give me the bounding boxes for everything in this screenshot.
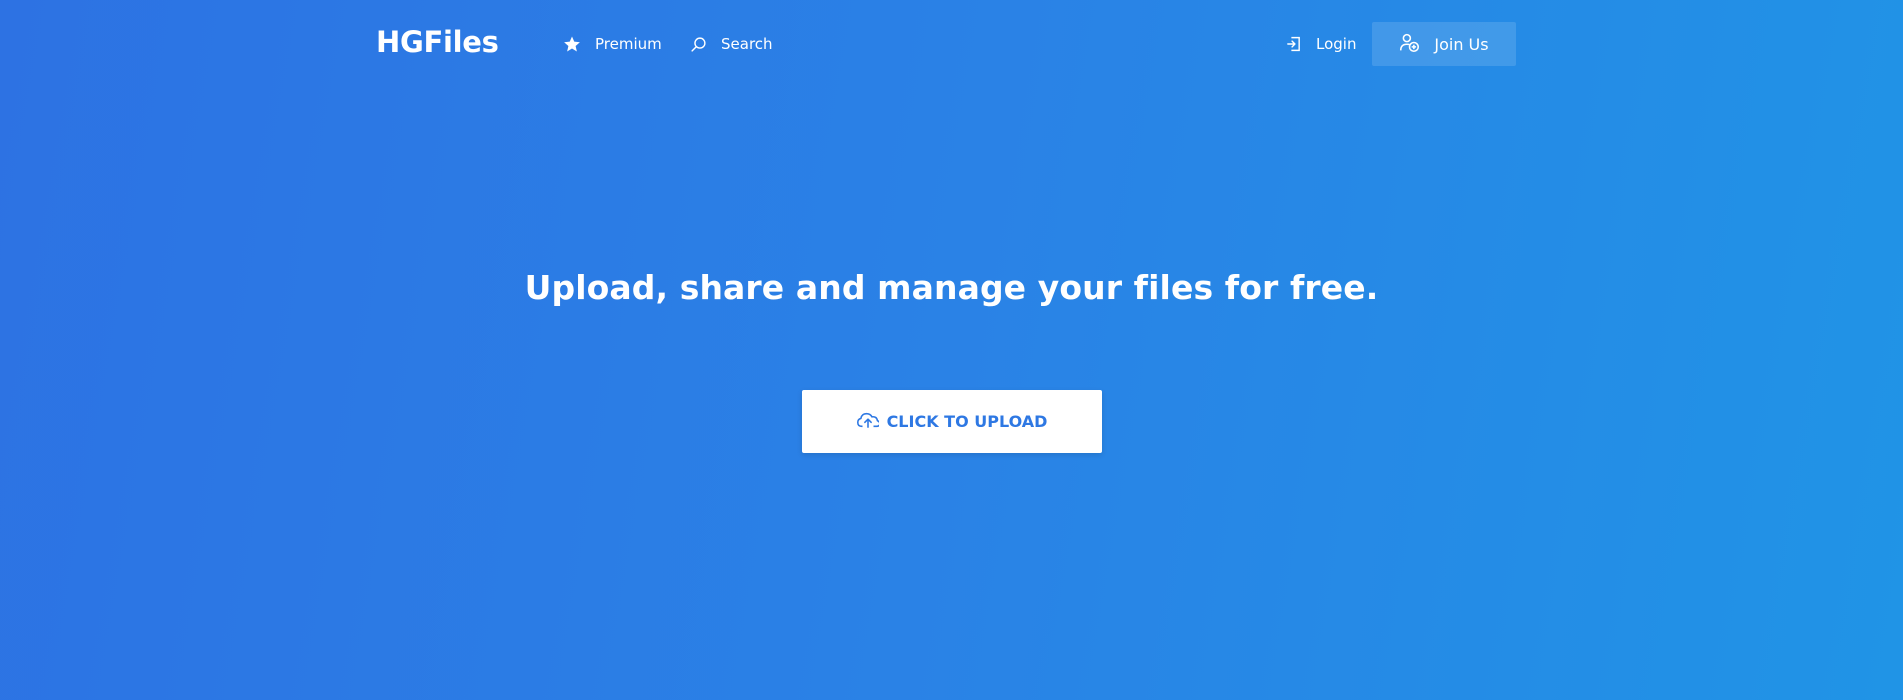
top-navbar: HGFiles Premium Search Login Join Us: [0, 0, 1903, 88]
add-user-icon: [1399, 32, 1420, 57]
cloud-upload-icon: [856, 411, 881, 433]
logo[interactable]: HGFiles: [376, 25, 499, 59]
hero-section: HGFiles Premium Search Login Join Us Upl…: [0, 0, 1903, 700]
join-us-button[interactable]: Join Us: [1372, 22, 1516, 66]
login-icon: [1285, 35, 1302, 53]
star-icon: [563, 35, 581, 53]
nav-premium-label: Premium: [595, 35, 662, 53]
upload-button[interactable]: CLICK TO UPLOAD: [802, 390, 1102, 453]
join-us-label: Join Us: [1434, 34, 1489, 54]
nav-search-label: Search: [721, 35, 773, 53]
hero-headline: Upload, share and manage your files for …: [524, 268, 1379, 307]
nav-search-link[interactable]: Search: [690, 33, 773, 55]
background-icon-pattern: [0, 0, 1903, 700]
search-icon: [690, 36, 707, 53]
upload-button-label: CLICK TO UPLOAD: [886, 412, 1048, 431]
nav-login-label: Login: [1316, 35, 1357, 53]
nav-login-link[interactable]: Login: [1285, 33, 1356, 55]
nav-premium-link[interactable]: Premium: [563, 33, 662, 55]
